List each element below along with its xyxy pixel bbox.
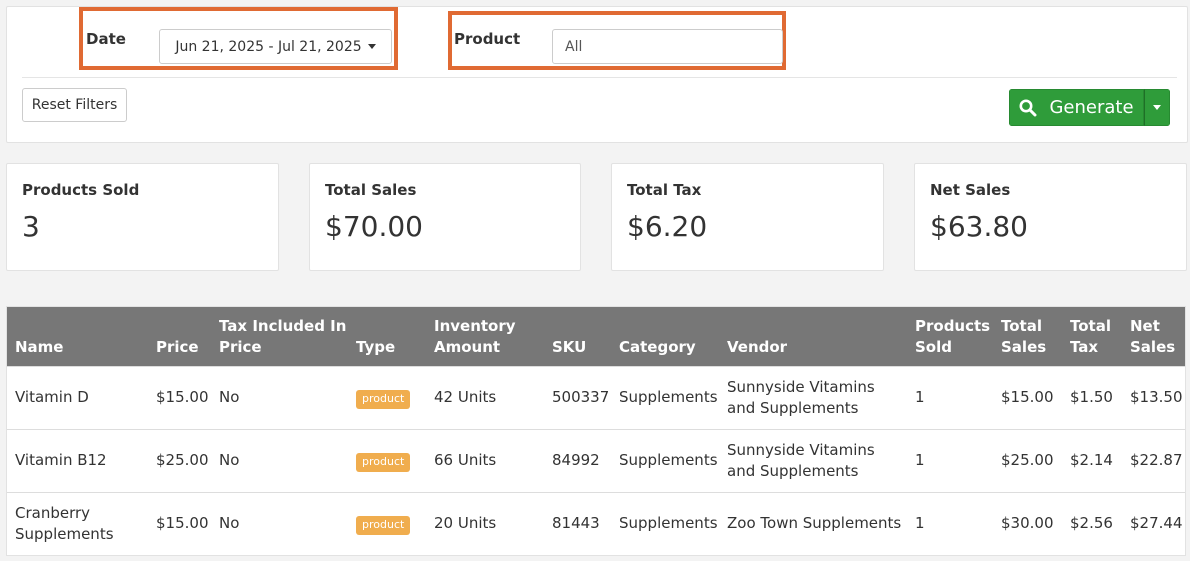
cell-sku: 500337	[544, 365, 611, 429]
column-header-inventory[interactable]: Inventory Amount	[426, 307, 544, 366]
cell-total-sales: $25.00	[993, 428, 1062, 492]
summary-card-title: Total Sales	[325, 181, 417, 199]
cell-total-tax: $2.14	[1062, 428, 1122, 492]
type-badge: product	[356, 515, 411, 535]
cell-vendor: Sunnyside Vitamins and Supplements	[719, 428, 907, 492]
summary-card-title: Net Sales	[930, 181, 1011, 199]
date-filter-label: Date	[86, 30, 126, 48]
column-header-type[interactable]: Type	[348, 307, 426, 366]
summary-card-products-sold: Products Sold 3	[6, 163, 279, 271]
column-header-price[interactable]: Price	[148, 307, 211, 366]
column-header-total-sales[interactable]: Total Sales	[993, 307, 1062, 366]
summary-card-title: Total Tax	[627, 181, 702, 199]
cell-type: product	[348, 365, 426, 429]
cell-price: $25.00	[148, 428, 211, 492]
cell-name: Vitamin D	[7, 365, 148, 429]
filter-divider	[22, 77, 1177, 78]
summary-card-value: $6.20	[627, 210, 708, 243]
cell-type: product	[348, 491, 426, 555]
type-badge: product	[356, 452, 411, 472]
cell-tax-included: No	[211, 428, 348, 492]
cell-inventory: 42 Units	[426, 365, 544, 429]
column-header-tax-included[interactable]: Tax Included In Price	[211, 307, 348, 366]
summary-card-value: 3	[22, 210, 40, 243]
summary-card-total-tax: Total Tax $6.20	[611, 163, 884, 271]
product-select-value: All	[565, 38, 583, 55]
table-header-row: Name Price Tax Included In Price Type In…	[7, 307, 1185, 366]
cell-inventory: 66 Units	[426, 428, 544, 492]
cell-total-sales: $30.00	[993, 491, 1062, 555]
cell-price: $15.00	[148, 491, 211, 555]
summary-card-value: $70.00	[325, 210, 423, 243]
cell-products-sold: 1	[907, 428, 993, 492]
chevron-down-icon	[1153, 105, 1161, 110]
cell-products-sold: 1	[907, 365, 993, 429]
column-header-total-tax[interactable]: Total Tax	[1062, 307, 1122, 366]
product-filter-label: Product	[454, 30, 521, 48]
cell-name: Cranberry Supplements	[7, 491, 148, 555]
cell-price: $15.00	[148, 365, 211, 429]
cell-net-sales: $13.50	[1122, 365, 1185, 429]
generate-label: Generate	[1049, 97, 1134, 118]
sales-table-container: Name Price Tax Included In Price Type In…	[6, 306, 1186, 556]
cell-total-tax: $1.50	[1062, 365, 1122, 429]
column-header-net-sales[interactable]: Net Sales	[1122, 307, 1185, 366]
column-header-category[interactable]: Category	[611, 307, 719, 366]
type-badge: product	[356, 389, 411, 409]
cell-total-sales: $15.00	[993, 365, 1062, 429]
reset-filters-button[interactable]: Reset Filters	[22, 88, 127, 122]
product-select[interactable]: All	[552, 29, 783, 64]
table-row: Cranberry Supplements $15.00 No product …	[7, 491, 1185, 555]
column-header-vendor[interactable]: Vendor	[719, 307, 907, 366]
summary-card-total-sales: Total Sales $70.00	[309, 163, 581, 271]
filter-panel: Date Jun 21, 2025 - Jul 21, 2025 Product…	[6, 6, 1188, 143]
date-range-text: Jun 21, 2025 - Jul 21, 2025	[175, 38, 362, 55]
cell-category: Supplements	[611, 428, 719, 492]
column-header-name[interactable]: Name	[7, 307, 148, 366]
cell-net-sales: $22.87	[1122, 428, 1185, 492]
generate-button[interactable]: Generate	[1009, 89, 1144, 126]
summary-card-value: $63.80	[930, 210, 1028, 243]
summary-card-net-sales: Net Sales $63.80	[914, 163, 1187, 271]
cell-category: Supplements	[611, 365, 719, 429]
chevron-down-icon	[367, 44, 376, 49]
summary-card-title: Products Sold	[22, 181, 140, 199]
column-header-sku[interactable]: SKU	[544, 307, 611, 366]
cell-total-tax: $2.56	[1062, 491, 1122, 555]
cell-type: product	[348, 428, 426, 492]
cell-sku: 84992	[544, 428, 611, 492]
date-range-picker[interactable]: Jun 21, 2025 - Jul 21, 2025	[159, 29, 392, 64]
cell-net-sales: $27.44	[1122, 491, 1185, 555]
cell-inventory: 20 Units	[426, 491, 544, 555]
cell-category: Supplements	[611, 491, 719, 555]
cell-vendor: Sunnyside Vitamins and Supplements	[719, 365, 907, 429]
table-row: Vitamin B12 $25.00 No product 66 Units 8…	[7, 428, 1185, 492]
column-header-products-sold[interactable]: Products Sold	[907, 307, 993, 366]
cell-vendor: Zoo Town Supplements	[719, 491, 907, 555]
generate-button-group: Generate	[1009, 89, 1170, 126]
cell-name: Vitamin B12	[7, 428, 148, 492]
cell-tax-included: No	[211, 491, 348, 555]
cell-products-sold: 1	[907, 491, 993, 555]
table-row: Vitamin D $15.00 No product 42 Units 500…	[7, 365, 1185, 429]
sales-table: Name Price Tax Included In Price Type In…	[7, 307, 1185, 555]
cell-sku: 81443	[544, 491, 611, 555]
search-icon	[1019, 99, 1037, 116]
cell-tax-included: No	[211, 365, 348, 429]
generate-dropdown-toggle[interactable]	[1144, 89, 1170, 126]
